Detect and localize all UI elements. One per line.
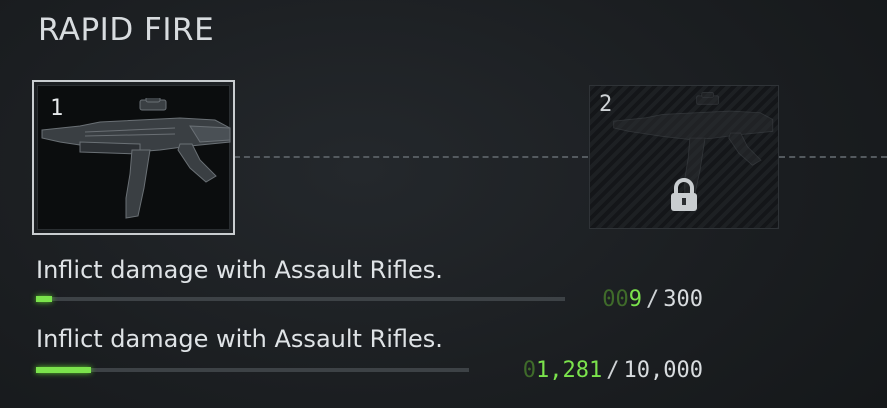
- challenge-1-counter-leading-zeros: 00: [602, 287, 629, 312]
- challenge-1-counter-separator: /: [646, 287, 660, 312]
- challenge-2-counter-separator: /: [606, 358, 620, 383]
- challenge-2-progress-fill: [36, 367, 92, 373]
- tier-2-number: 2: [599, 92, 613, 117]
- challenge-1-progress-track: [36, 296, 565, 302]
- challenge-2-description: Inflict damage with Assault Rifles.: [36, 325, 443, 353]
- challenge-2-progress-track: [36, 367, 469, 373]
- challenge-1-progress-fill: [36, 296, 52, 302]
- tier-2-card-locked[interactable]: 2: [589, 85, 779, 229]
- challenge-2-counter: 01,281/10,000: [523, 358, 703, 383]
- challenge-2-counter-target: 10,000: [623, 358, 703, 383]
- challenge-1-description: Inflict damage with Assault Rifles.: [36, 256, 443, 284]
- padlock-icon: [671, 178, 697, 211]
- challenge-2-counter-current: 1,281: [536, 358, 603, 383]
- challenge-1-counter: 009/300: [602, 287, 703, 312]
- assault-rifle-icon: [41, 98, 231, 219]
- challenge-1-counter-current: 9: [628, 287, 642, 312]
- tier-1-card[interactable]: 1: [32, 80, 235, 235]
- tier-connector-line: [234, 156, 588, 158]
- tier-1-card-inner: 1: [37, 85, 231, 230]
- challenge-2-counter-leading-zeros: 0: [522, 358, 537, 383]
- tier-connector-line: [779, 156, 887, 158]
- challenge-1-counter-target: 300: [663, 287, 703, 312]
- page-title: RAPID FIRE: [38, 12, 215, 48]
